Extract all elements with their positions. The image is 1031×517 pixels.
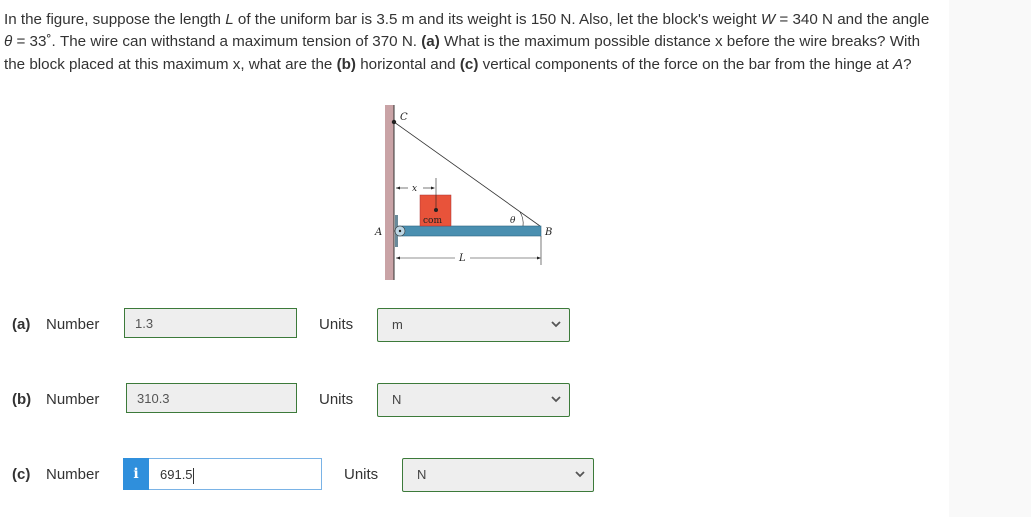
question-segment: L [225, 11, 234, 28]
question-segment: (c) [459, 55, 479, 73]
number-label: Number [46, 316, 100, 333]
question-segment: vertical components of the force on the … [478, 55, 893, 73]
question-segment: ? [903, 55, 912, 73]
label-theta: θ [510, 216, 516, 226]
units-select-c[interactable]: N [402, 458, 594, 492]
number-input-b[interactable]: 310.3 [126, 383, 297, 413]
part-label: (c) [12, 466, 31, 483]
input-value: 691.5 [160, 467, 193, 482]
units-label: Units [319, 316, 354, 333]
units-select-a[interactable]: m [377, 308, 570, 342]
selected-unit: N [417, 467, 427, 482]
question-segment: θ [4, 33, 13, 51]
physics-figure: C A com x θ B L [374, 105, 552, 280]
com-dot [434, 208, 438, 212]
chevron-down-icon [575, 471, 585, 478]
label-x: x [412, 184, 417, 194]
wire [393, 121, 541, 227]
number-label: Number [46, 466, 100, 483]
answer-row-a: (a) Number 1.3 Units m [0, 308, 620, 342]
bar [397, 225, 542, 237]
question-segment: = 340 N and the angle [775, 11, 930, 28]
label-com: com [423, 216, 442, 226]
label-a: A [374, 227, 382, 238]
part-label: (b) [12, 391, 32, 408]
label-l: L [458, 253, 466, 264]
text-cursor [192, 467, 194, 484]
label-b: B [544, 227, 552, 238]
question-segment: (a) [421, 33, 440, 51]
question-text: In the figure, suppose the length L of t… [4, 9, 939, 76]
number-input-a[interactable]: 1.3 [124, 308, 297, 338]
units-label: Units [319, 391, 354, 408]
question-segment: = 33˚. The wire can withstand a maximum … [12, 33, 422, 51]
question-segment: horizontal and [356, 55, 460, 73]
label-c: C [400, 112, 408, 123]
point-c [391, 119, 397, 125]
question-segment: (b) [336, 55, 356, 73]
answer-row-b: (b) Number 310.3 Units N [0, 383, 620, 417]
number-input-c[interactable]: 691.5 [123, 458, 322, 490]
selected-unit: m [392, 317, 403, 332]
question-segment: In the figure, suppose the length [4, 11, 226, 28]
chevron-down-icon [551, 396, 561, 403]
question-segment: A [892, 55, 904, 73]
question-segment: W [760, 11, 776, 28]
side-panel [949, 0, 1031, 517]
question-segment: of the uniform bar is 3.5 m and its weig… [233, 11, 761, 28]
part-label: (a) [12, 316, 31, 333]
units-select-b[interactable]: N [377, 383, 570, 417]
answer-row-c: (c) Number 691.5 i Units N [0, 458, 620, 492]
chevron-down-icon [551, 321, 561, 328]
number-label: Number [46, 391, 100, 408]
selected-unit: N [392, 392, 402, 407]
units-label: Units [344, 466, 379, 483]
wall [385, 105, 394, 280]
info-icon[interactable]: i [123, 458, 149, 490]
